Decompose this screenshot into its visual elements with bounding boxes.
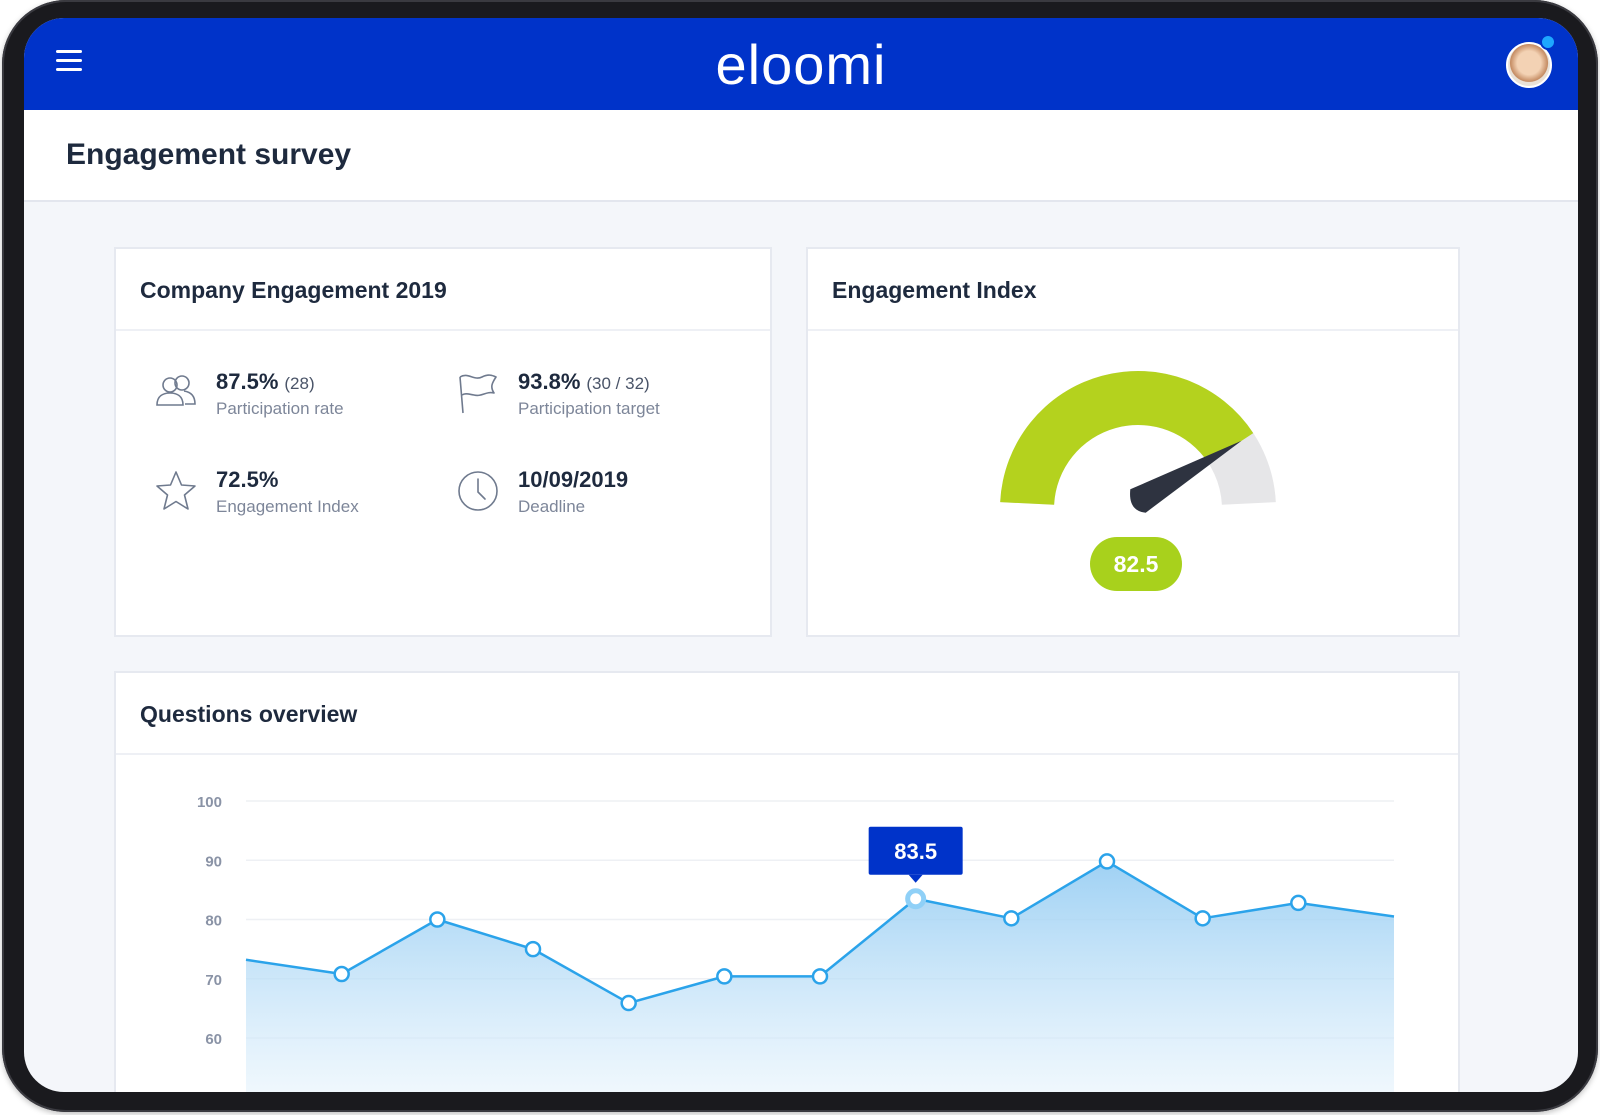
gauge-value-badge: 82.5	[1090, 537, 1182, 591]
engagement-index-label: Engagement Index	[216, 497, 359, 516]
notification-dot	[1540, 34, 1556, 50]
participation-rate-value: 87.5%	[216, 369, 279, 394]
card-title: Company Engagement 2019	[116, 249, 770, 331]
people-icon	[156, 375, 196, 406]
chart-tooltip-text: 83.5	[894, 839, 937, 864]
participation-rate-label: Participation rate	[216, 399, 344, 418]
chart-point[interactable]	[1098, 853, 1116, 870]
participation-rate-stat: 87.5% (28) Participation rate	[154, 369, 434, 429]
engagement-index-value: 72.5%	[216, 467, 279, 492]
participation-rate-count: (28)	[284, 374, 315, 393]
questions-overview-card: Questions overview 100 90 80 70 60 83.5	[114, 671, 1460, 1092]
star-icon	[156, 471, 196, 510]
app-screen: eloomi Engagement survey Company Engagem…	[24, 18, 1578, 1092]
app-logo: eloomi	[715, 33, 887, 96]
y-tick-label: 60	[205, 1031, 222, 1048]
page-title: Engagement survey	[66, 138, 352, 171]
chart-point[interactable]	[333, 965, 350, 983]
clock-icon	[458, 471, 498, 511]
chart-point[interactable]	[1290, 894, 1307, 912]
page-header: Engagement survey	[24, 110, 1578, 202]
participation-target-label: Participation target	[518, 399, 660, 418]
y-tick-label: 80	[205, 913, 222, 930]
chart-point[interactable]	[429, 911, 446, 928]
engagement-gauge	[1000, 370, 1276, 513]
company-engagement-card: Company Engagement 2019 87.5% (28) Partic…	[114, 247, 772, 637]
deadline-stat: 10/09/2019 Deadline	[456, 467, 736, 527]
deadline-label: Deadline	[518, 497, 586, 516]
chart-point[interactable]	[811, 968, 829, 985]
flag-icon	[459, 374, 497, 414]
deadline-value: 10/09/2019	[518, 467, 629, 492]
chart-point[interactable]	[716, 968, 733, 985]
questions-line-chart: 100 90 80 70 60 83.5	[197, 794, 1395, 1092]
participation-target-value: 93.8%	[518, 369, 581, 394]
participation-target-count: (30 / 32)	[586, 374, 650, 393]
card-title: Engagement Index	[808, 249, 1458, 331]
participation-target-stat: 93.8% (30 / 32) Participation target	[456, 369, 736, 429]
gauge-fill	[1000, 371, 1254, 505]
chart-point[interactable]	[620, 994, 637, 1012]
y-tick-label: 90	[205, 853, 222, 870]
chart-point[interactable]	[1194, 910, 1211, 927]
engagement-index-stat: 72.5% Engagement Index	[154, 467, 434, 527]
y-tick-label: 100	[197, 794, 222, 811]
tablet-frame: eloomi Engagement survey Company Engagem…	[2, 0, 1598, 1112]
chart-point[interactable]	[1003, 910, 1020, 927]
card-title: Questions overview	[116, 673, 1458, 755]
chart-point-highlighted[interactable]	[905, 888, 927, 910]
top-navigation-bar: eloomi	[24, 18, 1578, 110]
y-tick-label: 70	[205, 972, 222, 989]
chart-tooltip: 83.5	[868, 826, 963, 883]
engagement-index-card: Engagement Index 82.5	[806, 247, 1460, 637]
chart-point[interactable]	[524, 940, 542, 958]
